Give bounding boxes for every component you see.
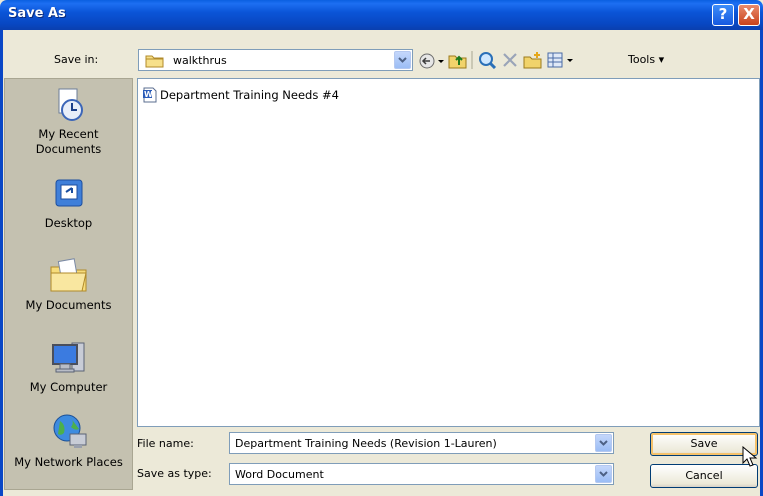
chevron-down-icon[interactable] bbox=[394, 51, 411, 69]
folder-icon bbox=[145, 53, 165, 71]
divider bbox=[470, 50, 474, 73]
place-my-computer[interactable]: My Computer bbox=[5, 337, 132, 395]
close-button[interactable]: X bbox=[738, 4, 760, 26]
save-in-value: walkthrus bbox=[173, 54, 227, 67]
recent-documents-icon bbox=[58, 88, 83, 121]
file-name-label: File name: bbox=[137, 437, 194, 450]
my-documents-icon bbox=[50, 258, 87, 292]
search-web-icon[interactable] bbox=[478, 51, 498, 72]
place-desktop[interactable]: Desktop bbox=[5, 175, 132, 231]
place-label: My Computer bbox=[29, 380, 108, 394]
places-bar: My Recent Documents Desktop My Documents… bbox=[4, 78, 133, 490]
network-places-icon bbox=[53, 414, 86, 448]
file-list[interactable]: W Department Training Needs #4 bbox=[137, 78, 760, 427]
save-in-label: Save in: bbox=[54, 53, 99, 66]
svg-text:W: W bbox=[144, 90, 153, 99]
back-icon[interactable] bbox=[419, 52, 445, 73]
place-my-documents[interactable]: My Documents bbox=[5, 255, 132, 313]
place-label: Desktop bbox=[44, 216, 93, 230]
save-as-type-dropdown[interactable]: Word Document bbox=[229, 463, 614, 485]
desktop-icon bbox=[55, 179, 82, 207]
save-as-type-label: Save as type: bbox=[137, 467, 212, 480]
window-title: Save As bbox=[8, 6, 66, 21]
place-label: My Documents bbox=[25, 298, 112, 312]
file-name-text: Department Training Needs #4 bbox=[160, 88, 339, 102]
help-button[interactable]: ? bbox=[712, 4, 734, 26]
place-label: My Recent Documents bbox=[35, 127, 102, 156]
place-my-network-places[interactable]: My Network Places bbox=[5, 412, 132, 470]
mouse-cursor-icon bbox=[742, 445, 758, 471]
word-document-icon: W bbox=[143, 87, 157, 103]
save-in-dropdown[interactable]: walkthrus bbox=[138, 49, 413, 71]
chevron-down-icon[interactable] bbox=[595, 465, 612, 483]
my-computer-icon bbox=[51, 342, 84, 373]
file-name-field[interactable]: Department Training Needs (Revision 1-La… bbox=[229, 432, 614, 454]
place-label: My Network Places bbox=[14, 455, 123, 469]
place-my-recent-documents[interactable]: My Recent Documents bbox=[5, 86, 132, 157]
chevron-down-icon[interactable] bbox=[595, 434, 612, 452]
file-name-value: Department Training Needs (Revision 1-La… bbox=[235, 437, 497, 450]
views-icon[interactable] bbox=[546, 51, 576, 72]
delete-icon[interactable] bbox=[501, 51, 519, 72]
tools-menu[interactable]: Tools ▾ bbox=[628, 53, 664, 66]
tools-label: Tools bbox=[628, 53, 656, 66]
up-folder-icon[interactable] bbox=[448, 51, 468, 72]
new-folder-icon[interactable] bbox=[523, 51, 543, 72]
save-as-type-value: Word Document bbox=[235, 468, 324, 481]
title-bar: Save As ? X bbox=[0, 0, 763, 30]
